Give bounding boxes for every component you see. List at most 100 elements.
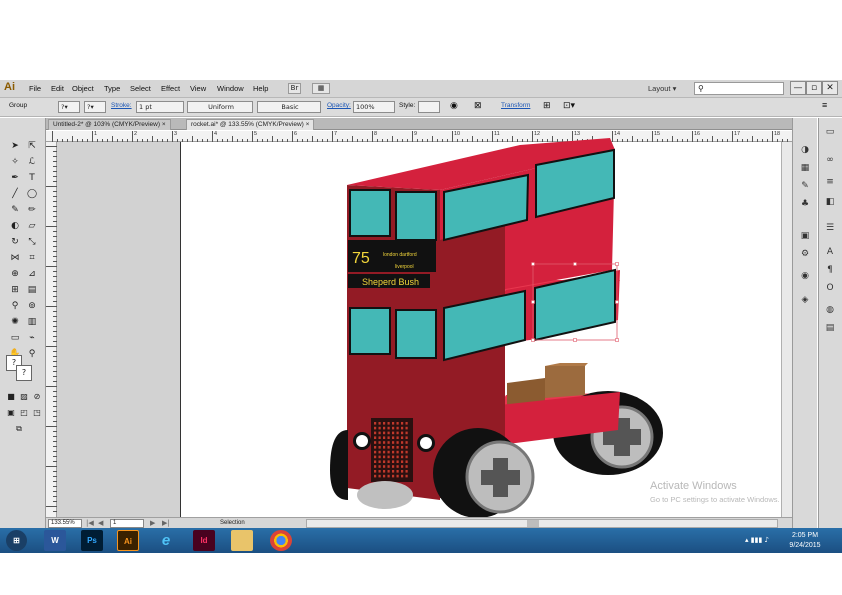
selection-handle[interactable] — [531, 300, 535, 304]
last-artboard-icon[interactable]: ▶| — [162, 519, 170, 527]
grille-slot — [405, 426, 408, 430]
taskbar-word[interactable]: W — [44, 530, 66, 551]
headlight-left — [356, 435, 368, 447]
front-lower-window-left — [349, 307, 391, 355]
zoom-field[interactable]: 133.55% — [48, 519, 82, 528]
grille-slot — [383, 450, 386, 454]
grille-slot — [396, 441, 399, 444]
grille-slot — [387, 450, 390, 454]
taskbar-file-explorer[interactable] — [231, 530, 253, 551]
color-panel-icon[interactable]: ◑ — [798, 144, 812, 156]
scrollbar-thumb[interactable] — [527, 520, 539, 527]
selection-handle[interactable] — [573, 338, 577, 342]
grille-slot — [405, 465, 408, 468]
links-panel-icon[interactable]: ∞ — [823, 154, 837, 166]
gradient-panel-icon[interactable]: ◍ — [823, 304, 837, 316]
taskbar-illustrator[interactable]: Ai — [117, 530, 139, 551]
appearance-panel-icon[interactable]: ⚙ — [798, 248, 812, 260]
front-lower-window-right — [395, 309, 437, 359]
bus-illustration[interactable]: 75 london dartford liverpool Sheperd Bus… — [0, 0, 842, 595]
grille-slot — [401, 450, 404, 454]
grille-slot — [378, 422, 381, 425]
selection-handle[interactable] — [615, 338, 619, 342]
selection-handle[interactable] — [615, 300, 619, 304]
stroke-panel-icon[interactable]: ☰ — [823, 222, 837, 234]
align-panel-icon[interactable]: ≡ — [823, 176, 837, 188]
grille-slot — [383, 446, 386, 449]
grille-slot — [392, 436, 395, 439]
taskbar-photoshop[interactable]: Ps — [81, 530, 103, 551]
selection-handle[interactable] — [531, 338, 535, 342]
grille-slot — [392, 460, 395, 463]
navigator-panel-icon[interactable]: ▤ — [823, 322, 837, 334]
selection-handle[interactable] — [573, 262, 577, 266]
grille-slot — [401, 426, 404, 430]
graphic-styles-panel-icon[interactable]: ▣ — [798, 230, 812, 242]
transparency-panel-icon[interactable]: ▭ — [823, 126, 837, 138]
grille-slot — [396, 470, 399, 473]
cargo-box-lower-top — [545, 363, 588, 366]
selection-handle[interactable] — [615, 262, 619, 266]
grille-slot — [392, 431, 395, 435]
opentype-panel-icon[interactable]: O — [823, 282, 837, 294]
grille-slot — [378, 474, 381, 478]
layers-panel-icon[interactable]: ◉ — [798, 270, 812, 282]
grille-slot — [392, 446, 395, 449]
grille-slot — [374, 441, 377, 444]
grille-slot — [374, 426, 377, 430]
vertical-scrollbar[interactable] — [781, 142, 792, 517]
network-icon[interactable]: ▴ ▮▮▮ ♪ — [745, 536, 769, 544]
grille-slot — [396, 436, 399, 439]
first-artboard-icon[interactable]: |◀ — [86, 519, 94, 527]
front-wheel-left-tyre — [330, 430, 348, 500]
taskbar-internet-explorer[interactable]: e — [155, 530, 177, 551]
taskbar-indesign[interactable]: Id — [193, 530, 215, 551]
grille-slot — [383, 436, 386, 439]
windows-taskbar: ⊞ W Ps Ai e Id ▴ ▮▮▮ ♪ 2:05 PM 9/24/2015 — [0, 528, 842, 553]
previous-artboard-icon[interactable]: ◀ — [98, 519, 103, 527]
grille-slot — [405, 455, 408, 459]
pathfinder-panel-icon[interactable]: ◧ — [823, 196, 837, 208]
grille-slot — [378, 470, 381, 473]
grille-slot — [387, 455, 390, 459]
start-button[interactable]: ⊞ — [6, 530, 27, 551]
grille-slot — [378, 446, 381, 449]
symbols-panel-icon[interactable]: ♣ — [798, 198, 812, 210]
grille-slot — [383, 460, 386, 463]
artboard-number-field[interactable]: 1 — [110, 519, 144, 528]
grille-slot — [405, 470, 408, 473]
grille-slot — [387, 436, 390, 439]
grille-slot — [374, 450, 377, 454]
swatches-panel-icon[interactable]: ▦ — [798, 162, 812, 174]
grille-slot — [383, 426, 386, 430]
status-bar: 133.55% |◀ ◀ 1 ▶ ▶| Selection — [46, 517, 792, 528]
grille-slot — [401, 470, 404, 473]
route-number: 75 — [352, 250, 370, 267]
next-artboard-icon[interactable]: ▶ — [150, 519, 155, 527]
horizontal-scrollbar[interactable] — [306, 519, 778, 528]
character-panel-icon[interactable]: A — [823, 246, 837, 258]
grille-slot — [392, 450, 395, 454]
activate-windows-subtitle: Go to PC settings to activate Windows. — [650, 495, 780, 504]
grille-slot — [387, 431, 390, 435]
current-tool-label: Selection — [220, 520, 245, 526]
grille-slot — [378, 460, 381, 463]
grille-slot — [401, 422, 404, 425]
grille-slot — [396, 455, 399, 459]
taskbar-chrome[interactable] — [270, 530, 292, 551]
grille-slot — [387, 426, 390, 430]
grille-slot — [378, 465, 381, 468]
grille-slot — [383, 470, 386, 473]
grille-slot — [374, 455, 377, 459]
panel-dock-icons-2: ▭ ∞ ≡ ◧ ☰ A ¶ O ◍ ▤ — [818, 118, 842, 528]
selection-handle[interactable] — [531, 262, 535, 266]
artboards-panel-icon[interactable]: ◈ — [798, 294, 812, 306]
grille-slot — [405, 431, 408, 435]
brushes-panel-icon[interactable]: ✎ — [798, 180, 812, 192]
grille-slot — [401, 465, 404, 468]
grille-slot — [374, 422, 377, 425]
destination-line-1: london dartford — [383, 252, 417, 258]
grille-slot — [396, 450, 399, 454]
paragraph-panel-icon[interactable]: ¶ — [823, 264, 837, 276]
grille-slot — [392, 470, 395, 473]
